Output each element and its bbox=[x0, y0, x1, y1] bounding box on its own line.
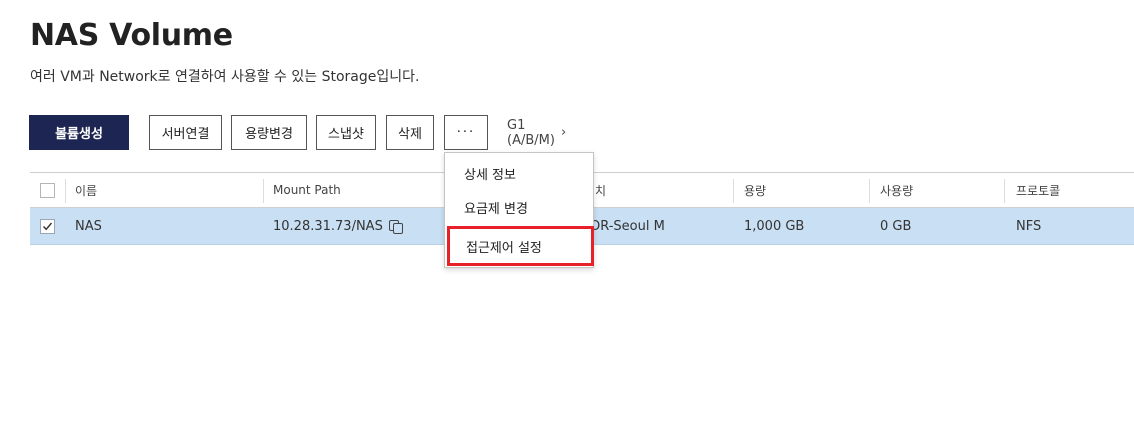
column-header-name: 이름 bbox=[75, 183, 98, 198]
row-location: OR-Seoul M bbox=[590, 218, 665, 234]
column-header-used: 사용량 bbox=[880, 183, 914, 198]
resize-button[interactable]: 용량변경 bbox=[231, 115, 307, 150]
check-icon bbox=[42, 222, 53, 231]
create-volume-button[interactable]: 볼륨생성 bbox=[29, 115, 129, 150]
menu-item-change-plan[interactable]: 요금제 변경 bbox=[445, 191, 595, 224]
more-actions-button[interactable]: ··· bbox=[444, 115, 488, 150]
copy-icon[interactable] bbox=[388, 219, 403, 234]
page-subtitle: 여러 VM과 Network로 연결하여 사용할 수 있는 Storage입니다… bbox=[30, 69, 420, 85]
page-title: NAS Volume bbox=[30, 18, 233, 53]
menu-item-details[interactable]: 상세 정보 bbox=[445, 157, 595, 190]
generation-selector[interactable]: G1 (A/B/M) › bbox=[507, 115, 566, 150]
more-actions-menu: 상세 정보 요금제 변경 접근제어 설정 bbox=[444, 152, 594, 268]
mount-path-value: 10.28.31.73/NAS bbox=[273, 218, 383, 234]
column-header-capacity: 용량 bbox=[744, 183, 767, 198]
column-header-location: 치 bbox=[595, 183, 607, 198]
menu-item-access-control[interactable]: 접근제어 설정 bbox=[447, 226, 594, 266]
row-mount-path: 10.28.31.73/NAS bbox=[273, 208, 403, 244]
row-checkbox[interactable] bbox=[40, 219, 55, 234]
chevron-right-icon: › bbox=[560, 125, 567, 140]
delete-button[interactable]: 삭제 bbox=[386, 115, 434, 150]
server-connect-button[interactable]: 서버연결 bbox=[149, 115, 222, 150]
row-protocol: NFS bbox=[1016, 218, 1042, 234]
row-name: NAS bbox=[75, 218, 102, 234]
column-header-protocol: 프로토콜 bbox=[1016, 183, 1061, 198]
column-header-mount-path: Mount Path bbox=[273, 183, 341, 197]
select-all-checkbox[interactable] bbox=[40, 183, 55, 198]
generation-label: G1 (A/B/M) bbox=[507, 117, 555, 148]
snapshot-button[interactable]: 스냅샷 bbox=[316, 115, 376, 150]
row-used: 0 GB bbox=[880, 218, 912, 234]
row-capacity: 1,000 GB bbox=[744, 218, 805, 234]
